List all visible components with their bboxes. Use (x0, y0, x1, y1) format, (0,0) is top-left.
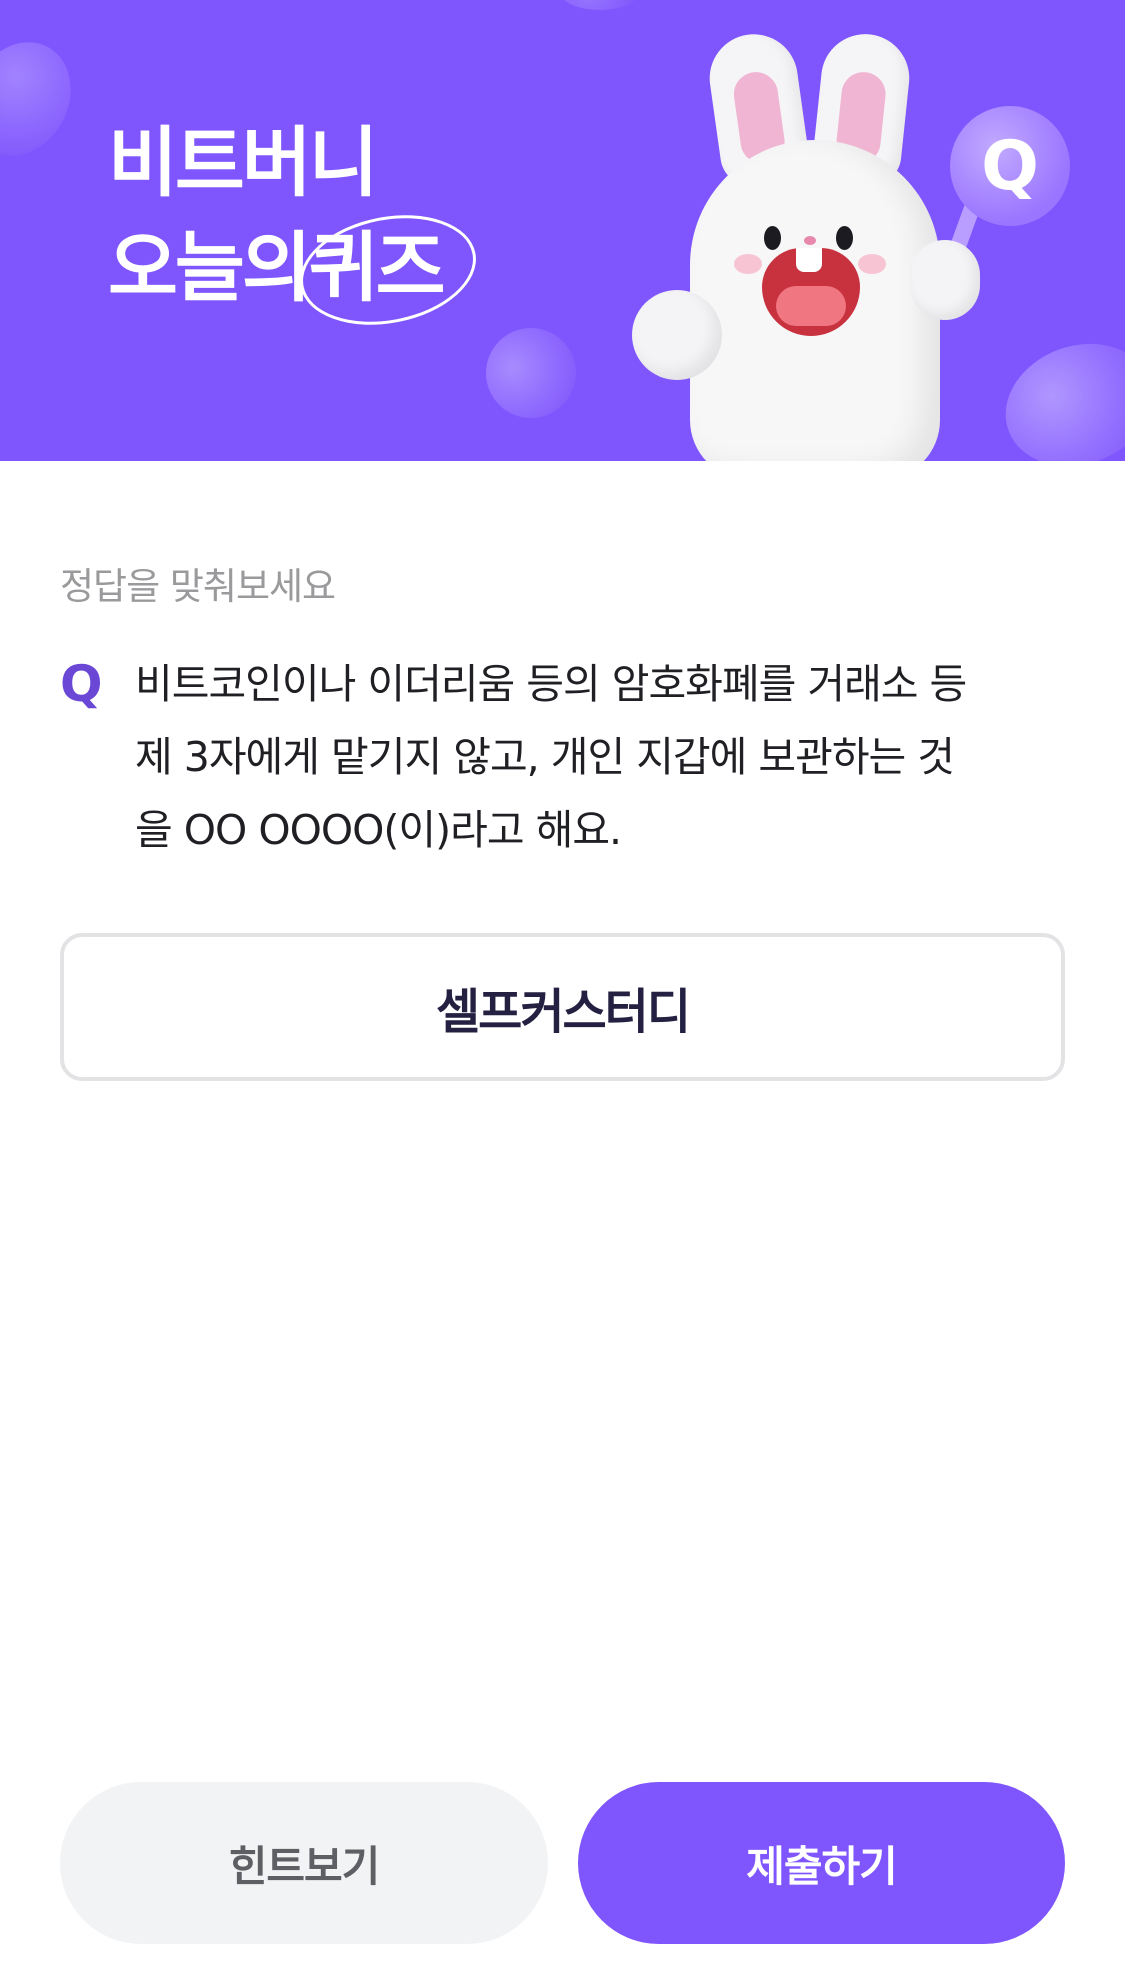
answer-input[interactable]: 셀프커스터디 (60, 933, 1065, 1081)
question-line: 을 OO OOOO(이)라고 해요. (135, 806, 622, 854)
bunny-tooth (796, 248, 822, 272)
banner-title-line1: 비트버니 (108, 118, 379, 207)
banner-title: 비트버니 오늘의퀴즈 (108, 110, 486, 340)
bunny-eye (764, 226, 781, 250)
coin-decoration (560, 0, 640, 10)
bunny-cheek (734, 254, 762, 274)
bunny-cheek (858, 254, 886, 274)
question-line: 비트코인이나 이더리움 등의 암호화폐를 거래소 등 (135, 660, 967, 708)
quiz-screen: 비트버니 오늘의퀴즈 Q 정답을 맞춰보세요 Q 비트코인이나 이더리움 등의 … (0, 0, 1125, 1971)
banner-title-line2: 오늘의퀴즈 (108, 200, 486, 340)
coin-decoration (0, 24, 91, 174)
bunny-mascot-illustration: Q (620, 28, 1080, 461)
quiz-banner: 비트버니 오늘의퀴즈 Q (0, 0, 1125, 461)
question-line: 제 3자에게 맡기지 않고, 개인 지갑에 보관하는 것 (135, 733, 955, 781)
question-text: 비트코인이나 이더리움 등의 암호화폐를 거래소 등 제 3자에게 맡기지 않고… (135, 648, 1070, 867)
quiz-instruction: 정답을 맞춰보세요 (60, 565, 336, 608)
hint-button[interactable]: 힌트보기 (60, 1782, 548, 1944)
highlight-ring (290, 200, 486, 340)
question-mark-label: Q (60, 655, 103, 713)
bunny-arm (632, 290, 722, 380)
bunny-arm (910, 240, 980, 320)
bunny-eye (836, 226, 853, 250)
q-sign-icon: Q (950, 106, 1070, 226)
submit-button[interactable]: 제출하기 (578, 1782, 1065, 1944)
bunny-nose (804, 236, 816, 245)
q-sign-letter: Q (981, 126, 1039, 206)
coin-decoration (469, 311, 593, 435)
banner-title-prefix: 오늘의 (108, 223, 312, 312)
banner-title-highlight: 퀴즈 (290, 200, 486, 340)
